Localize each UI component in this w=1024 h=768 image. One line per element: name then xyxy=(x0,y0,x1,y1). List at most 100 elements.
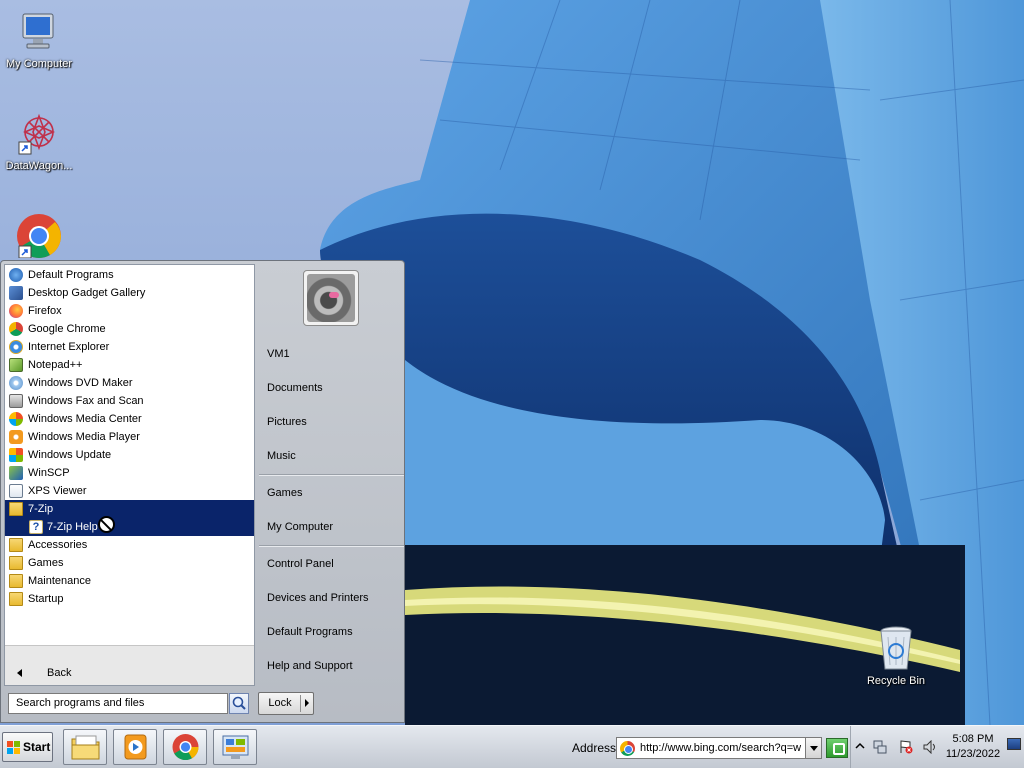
folder-accessories[interactable]: Accessories xyxy=(5,536,254,554)
firefox-icon xyxy=(9,304,23,318)
address-label: Address xyxy=(572,741,617,755)
desktop-icon-label: Recycle Bin xyxy=(866,675,926,687)
folder-icon xyxy=(9,574,23,588)
user-picture[interactable] xyxy=(303,270,359,326)
volume-icon[interactable] xyxy=(923,739,937,755)
desktop-icon-recycle-bin[interactable]: Recycle Bin xyxy=(857,625,935,687)
dvd-maker-icon xyxy=(9,376,23,390)
lock-label: Lock xyxy=(268,697,292,709)
turntable-avatar-icon xyxy=(307,274,355,322)
program-internet-explorer[interactable]: Internet Explorer xyxy=(5,338,254,356)
start-menu: Default Programs Desktop Gadget Gallery … xyxy=(0,260,405,723)
notepadpp-icon xyxy=(9,358,23,372)
xps-viewer-icon xyxy=(9,484,23,498)
program-label: WinSCP xyxy=(28,467,70,479)
rp-help-and-support[interactable]: Help and Support xyxy=(261,653,402,679)
program-windows-update[interactable]: Windows Update xyxy=(5,446,254,464)
rp-devices-and-printers[interactable]: Devices and Printers xyxy=(261,585,402,611)
search-button[interactable] xyxy=(229,693,249,714)
program-label: Games xyxy=(28,557,64,569)
folder-maintenance[interactable]: Maintenance xyxy=(5,572,254,590)
control-panel-taskbar-button[interactable] xyxy=(213,729,257,765)
rp-documents[interactable]: Documents xyxy=(261,375,402,401)
desktop-icon-label: My Computer xyxy=(5,58,73,70)
fax-scan-icon xyxy=(9,394,23,408)
media-player-taskbar-button[interactable] xyxy=(113,729,157,765)
back-button[interactable]: Back xyxy=(9,664,129,682)
folder-icon xyxy=(9,556,23,570)
program-list: Default Programs Desktop Gadget Gallery … xyxy=(5,265,254,641)
rp-user-folder[interactable]: VM1 xyxy=(261,341,402,367)
chrome-taskbar-button[interactable] xyxy=(163,729,207,765)
desktop-icon-my-computer[interactable]: My Computer xyxy=(0,8,78,70)
program-label: 7-Zip Help xyxy=(47,521,98,533)
program-7zip-help[interactable]: ? 7-Zip Help xyxy=(5,518,254,536)
gadget-gallery-icon xyxy=(9,286,23,300)
media-player-icon xyxy=(9,430,23,444)
program-windows-dvd-maker[interactable]: Windows DVD Maker xyxy=(5,374,254,392)
program-label: Windows DVD Maker xyxy=(28,377,133,389)
desktop-icon-label: DataWagon... xyxy=(5,160,73,172)
rp-control-panel[interactable]: Control Panel xyxy=(261,551,402,577)
folder-icon xyxy=(9,538,23,552)
datawagon-shortcut-icon xyxy=(15,110,63,158)
folder-startup[interactable]: Startup xyxy=(5,590,254,608)
show-hidden-icons-icon[interactable] xyxy=(855,740,865,754)
rp-default-programs[interactable]: Default Programs xyxy=(261,619,402,645)
start-button[interactable]: Start xyxy=(2,732,53,762)
windows-update-icon xyxy=(9,448,23,462)
clock[interactable]: 5:08 PM 11/23/2022 xyxy=(945,732,1001,762)
show-desktop-button[interactable] xyxy=(1007,738,1021,750)
program-default-programs[interactable]: Default Programs xyxy=(5,266,254,284)
program-label: Google Chrome xyxy=(28,323,106,335)
program-label: Windows Media Player xyxy=(28,431,140,443)
network-icon[interactable] xyxy=(873,740,887,754)
computer-icon xyxy=(15,8,63,56)
rp-games[interactable]: Games xyxy=(261,480,402,506)
separator xyxy=(259,545,404,547)
program-desktop-gadget-gallery[interactable]: Desktop Gadget Gallery xyxy=(5,284,254,302)
program-windows-media-player[interactable]: Windows Media Player xyxy=(5,428,254,446)
program-google-chrome[interactable]: Google Chrome xyxy=(5,320,254,338)
lock-options-arrow-icon[interactable] xyxy=(305,699,309,707)
busy-cursor-icon xyxy=(98,516,115,533)
program-label: XPS Viewer xyxy=(28,485,87,497)
program-winscp[interactable]: WinSCP xyxy=(5,464,254,482)
chrome-icon xyxy=(172,734,199,761)
back-label: Back xyxy=(47,667,72,679)
lock-button[interactable]: Lock xyxy=(258,692,314,715)
folder-7zip[interactable]: 7-Zip xyxy=(5,500,254,518)
windows-logo-icon xyxy=(7,741,21,754)
start-right-panel: VM1 Documents Pictures Music Games My Co… xyxy=(256,261,405,686)
program-firefox[interactable]: Firefox xyxy=(5,302,254,320)
search-programs-input[interactable]: Search programs and files xyxy=(8,693,228,714)
back-arrow-icon xyxy=(17,669,22,677)
default-programs-icon xyxy=(9,268,23,282)
program-label: Internet Explorer xyxy=(28,341,110,353)
separator xyxy=(259,474,404,476)
program-label: Maintenance xyxy=(28,575,91,587)
chrome-icon xyxy=(9,322,23,336)
address-go-button[interactable] xyxy=(826,738,848,758)
chrome-favicon-icon xyxy=(620,741,635,756)
system-tray: 5:08 PM 11/23/2022 xyxy=(850,726,1024,768)
back-area: Back xyxy=(5,645,254,685)
program-notepadpp[interactable]: Notepad++ xyxy=(5,356,254,374)
rp-pictures[interactable]: Pictures xyxy=(261,409,402,435)
explorer-taskbar-button[interactable] xyxy=(63,729,107,765)
desktop-icon-datawagon[interactable]: DataWagon... xyxy=(0,110,78,172)
folder-games[interactable]: Games xyxy=(5,554,254,572)
desktop-icon-chrome[interactable] xyxy=(0,210,78,260)
folder-icon xyxy=(9,592,23,606)
program-xps-viewer[interactable]: XPS Viewer xyxy=(5,482,254,500)
start-label: Start xyxy=(23,740,51,754)
action-center-flag-icon[interactable] xyxy=(899,740,913,754)
rp-music[interactable]: Music xyxy=(261,443,402,469)
program-windows-fax-and-scan[interactable]: Windows Fax and Scan xyxy=(5,392,254,410)
rp-my-computer[interactable]: My Computer xyxy=(261,514,402,540)
program-label: Notepad++ xyxy=(28,359,83,371)
program-windows-media-center[interactable]: Windows Media Center xyxy=(5,410,254,428)
clock-time: 5:08 PM xyxy=(952,733,994,745)
address-field[interactable]: http://www.bing.com/search?q=w xyxy=(616,737,822,759)
address-dropdown-button[interactable] xyxy=(805,738,821,758)
